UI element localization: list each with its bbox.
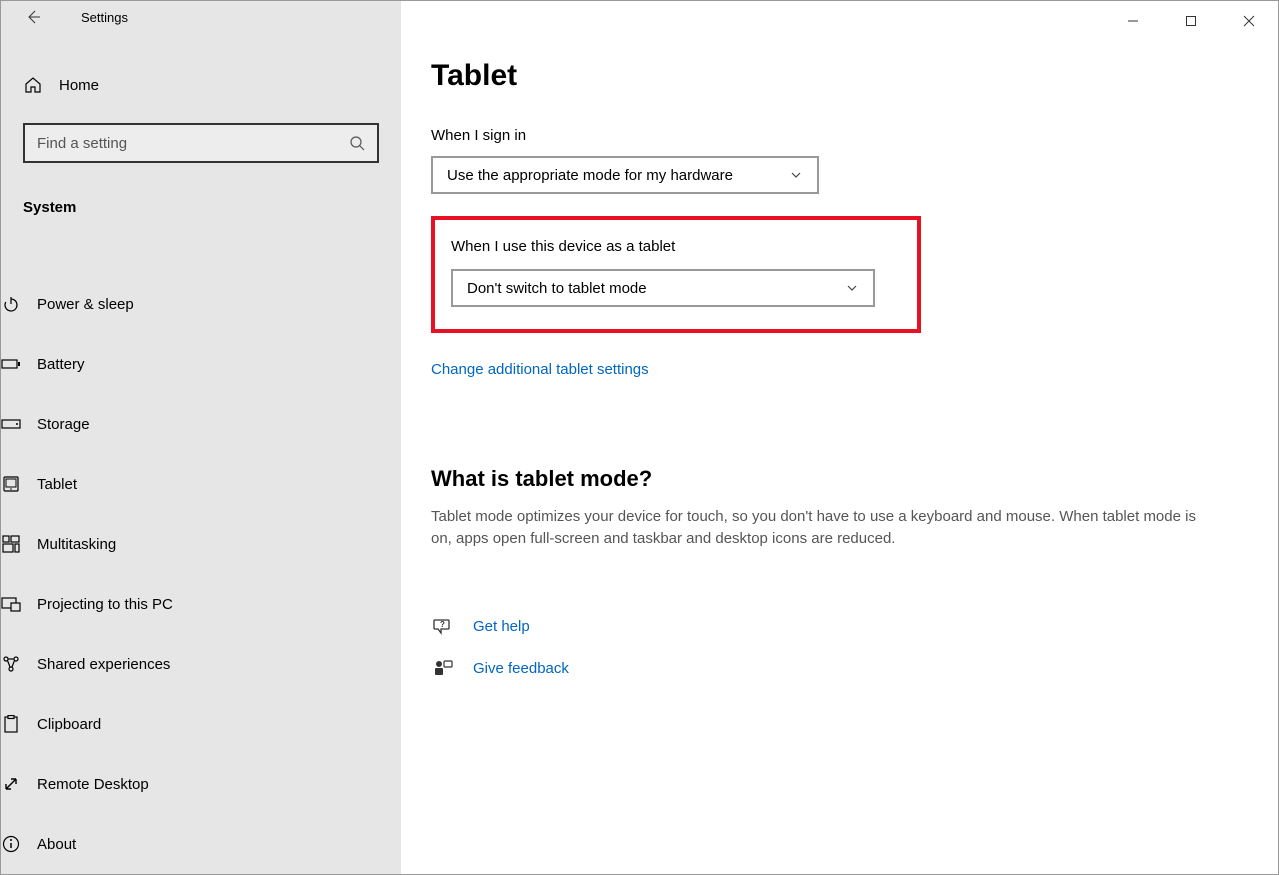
battery-icon bbox=[1, 354, 21, 374]
nav-label: Storage bbox=[37, 416, 90, 433]
help-links: ? Get help Give feedback bbox=[431, 618, 1278, 678]
get-help-link[interactable]: Get help bbox=[473, 618, 530, 635]
nav-label: Remote Desktop bbox=[37, 776, 149, 793]
sidebar-item-about[interactable]: About bbox=[0, 814, 423, 874]
sidebar-item-tablet[interactable]: Tablet bbox=[0, 454, 423, 514]
nav-label: Projecting to this PC bbox=[37, 596, 173, 613]
sign-in-group: When I sign in Use the appropriate mode … bbox=[431, 127, 1278, 194]
multitasking-icon bbox=[1, 534, 21, 554]
back-button[interactable] bbox=[25, 9, 49, 25]
give-feedback-row[interactable]: Give feedback bbox=[431, 660, 1278, 678]
nav-label: About bbox=[37, 836, 76, 853]
sidebar-item-storage[interactable]: Storage bbox=[0, 394, 423, 454]
give-feedback-link[interactable]: Give feedback bbox=[473, 660, 569, 677]
sidebar-item-battery[interactable]: Battery bbox=[0, 334, 423, 394]
nav-label: Multitasking bbox=[37, 536, 116, 553]
clipboard-icon bbox=[1, 714, 21, 734]
nav-label: Shared experiences bbox=[37, 656, 170, 673]
sidebar-header: Settings bbox=[1, 1, 401, 33]
main-content: Tablet When I sign in Use the appropriat… bbox=[401, 1, 1278, 874]
sidebar: Settings Home System P bbox=[1, 1, 401, 874]
nav-label: Power & sleep bbox=[37, 296, 134, 313]
section-body: Tablet mode optimizes your device for to… bbox=[431, 506, 1211, 550]
search-box[interactable] bbox=[23, 123, 379, 163]
sidebar-item-shared-experiences[interactable]: Shared experiences bbox=[0, 634, 423, 694]
svg-text:?: ? bbox=[440, 620, 445, 629]
storage-icon bbox=[1, 414, 21, 434]
page-title: Tablet bbox=[431, 59, 1278, 93]
search-icon bbox=[349, 135, 365, 151]
home-icon bbox=[23, 75, 43, 95]
nav-list: Power & sleep Battery Storage Tablet bbox=[0, 274, 423, 874]
sidebar-item-clipboard[interactable]: Clipboard bbox=[0, 694, 423, 754]
sidebar-item-remote-desktop[interactable]: Remote Desktop bbox=[0, 754, 423, 814]
nav-label: Battery bbox=[37, 356, 85, 373]
tablet-icon bbox=[1, 474, 21, 494]
chevron-down-icon bbox=[789, 168, 803, 182]
power-icon bbox=[1, 294, 21, 314]
highlight-box: When I use this device as a tablet Don't… bbox=[431, 216, 921, 333]
help-icon: ? bbox=[431, 618, 455, 636]
shared-experiences-icon bbox=[1, 654, 21, 674]
sign-in-selected: Use the appropriate mode for my hardware bbox=[447, 167, 733, 184]
minimize-icon bbox=[1127, 15, 1139, 27]
close-icon bbox=[1243, 15, 1255, 27]
home-label: Home bbox=[59, 77, 99, 94]
sign-in-label: When I sign in bbox=[431, 127, 1278, 144]
get-help-row[interactable]: ? Get help bbox=[431, 618, 1278, 636]
window-title: Settings bbox=[81, 10, 128, 25]
back-arrow-icon bbox=[25, 9, 41, 25]
sidebar-item-multitasking[interactable]: Multitasking bbox=[0, 514, 423, 574]
sidebar-item-power-sleep[interactable]: Power & sleep bbox=[0, 274, 423, 334]
minimize-button[interactable] bbox=[1104, 1, 1162, 41]
maximize-icon bbox=[1185, 15, 1197, 27]
as-tablet-label: When I use this device as a tablet bbox=[451, 238, 905, 255]
additional-settings-link[interactable]: Change additional tablet settings bbox=[431, 361, 649, 378]
titlebar-controls bbox=[1104, 1, 1278, 41]
as-tablet-dropdown[interactable]: Don't switch to tablet mode bbox=[451, 269, 875, 307]
sidebar-item-projecting[interactable]: Projecting to this PC bbox=[0, 574, 423, 634]
close-button[interactable] bbox=[1220, 1, 1278, 41]
about-icon bbox=[1, 834, 21, 854]
chevron-down-icon bbox=[845, 281, 859, 295]
nav-label: Clipboard bbox=[37, 716, 101, 733]
nav-label: Tablet bbox=[37, 476, 77, 493]
section-heading: What is tablet mode? bbox=[431, 466, 1278, 492]
search-input[interactable] bbox=[37, 135, 349, 152]
projecting-icon bbox=[1, 594, 21, 614]
feedback-icon bbox=[431, 660, 455, 678]
sidebar-item-home[interactable]: Home bbox=[23, 65, 379, 105]
sign-in-dropdown[interactable]: Use the appropriate mode for my hardware bbox=[431, 156, 819, 194]
category-label: System bbox=[23, 199, 379, 216]
as-tablet-selected: Don't switch to tablet mode bbox=[467, 280, 647, 297]
maximize-button[interactable] bbox=[1162, 1, 1220, 41]
remote-desktop-icon bbox=[1, 774, 21, 794]
